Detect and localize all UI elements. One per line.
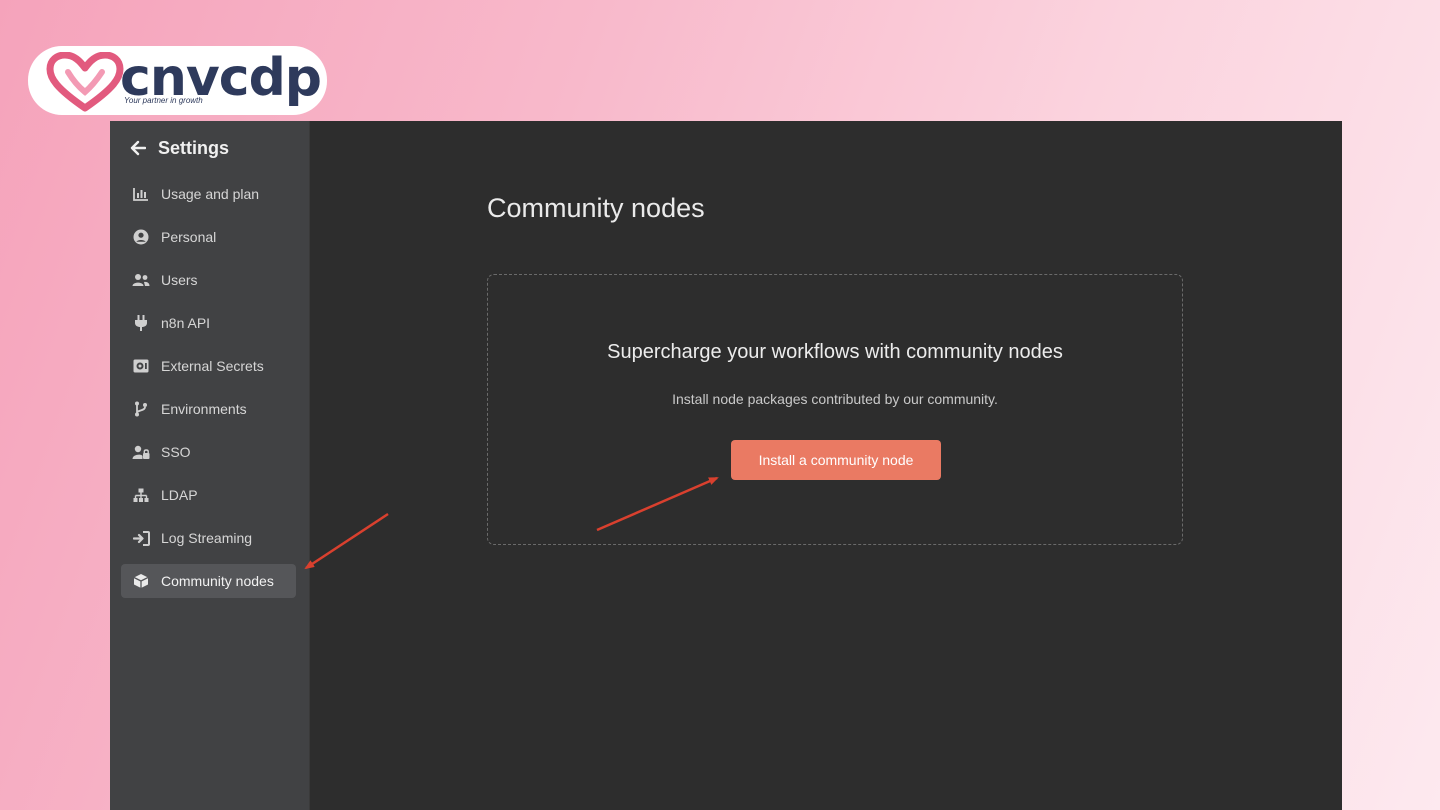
sidebar-item-label: Personal <box>161 229 217 245</box>
empty-state-description: Install node packages contributed by our… <box>672 391 998 407</box>
page-title: Community nodes <box>487 193 705 223</box>
sidebar-item-environments[interactable]: Environments <box>121 392 296 426</box>
settings-sidebar: Settings Usage and plan Personal Users n <box>110 121 310 810</box>
sidebar-item-ldap[interactable]: LDAP <box>121 478 296 512</box>
heart-logo-icon <box>46 52 124 112</box>
sidebar-item-sso[interactable]: SSO <box>121 435 296 469</box>
sidebar-item-n8n-api[interactable]: n8n API <box>121 306 296 340</box>
sidebar-item-community-nodes[interactable]: Community nodes <box>121 564 296 598</box>
settings-back-button[interactable]: Settings <box>130 135 229 161</box>
sidebar-item-log-streaming[interactable]: Log Streaming <box>121 521 296 555</box>
community-nodes-empty-state: Supercharge your workflows with communit… <box>487 274 1183 545</box>
users-icon <box>132 271 150 289</box>
plug-icon <box>132 314 150 332</box>
empty-state-heading: Supercharge your workflows with communit… <box>607 341 1063 363</box>
user-lock-icon <box>132 443 150 461</box>
main-content: Community nodes Supercharge your workflo… <box>310 121 1342 810</box>
sidebar-item-users[interactable]: Users <box>121 263 296 297</box>
sidebar-item-label: Environments <box>161 401 247 417</box>
sidebar-item-label: n8n API <box>161 315 211 331</box>
arrow-left-icon <box>130 140 146 156</box>
sidebar-item-external-secrets[interactable]: External Secrets <box>121 349 296 383</box>
install-community-node-button[interactable]: Install a community node <box>731 440 941 480</box>
user-circle-icon <box>132 228 150 246</box>
sidebar-item-label: Usage and plan <box>161 186 260 202</box>
cube-icon <box>132 572 150 590</box>
vault-icon <box>132 357 150 375</box>
sidebar-item-label: Users <box>161 272 198 288</box>
git-branch-icon <box>132 400 150 418</box>
sidebar-item-label: External Secrets <box>161 358 264 374</box>
sidebar-item-personal[interactable]: Personal <box>121 220 296 254</box>
sign-in-icon <box>132 529 150 547</box>
bar-chart-icon <box>132 185 150 203</box>
network-icon <box>132 486 150 504</box>
brand-tagline: Your partner in growth <box>124 96 203 105</box>
brand-logo: cnvcdp Your partner in growth <box>28 46 327 115</box>
sidebar-item-usage-and-plan[interactable]: Usage and plan <box>121 177 296 211</box>
sidebar-item-label: Log Streaming <box>161 530 253 546</box>
settings-window: Settings Usage and plan Personal Users n <box>110 121 1342 810</box>
sidebar-item-label: Community nodes <box>161 573 274 589</box>
sidebar-item-label: LDAP <box>161 487 198 503</box>
sidebar-item-label: SSO <box>161 444 191 460</box>
settings-title: Settings <box>158 137 230 158</box>
